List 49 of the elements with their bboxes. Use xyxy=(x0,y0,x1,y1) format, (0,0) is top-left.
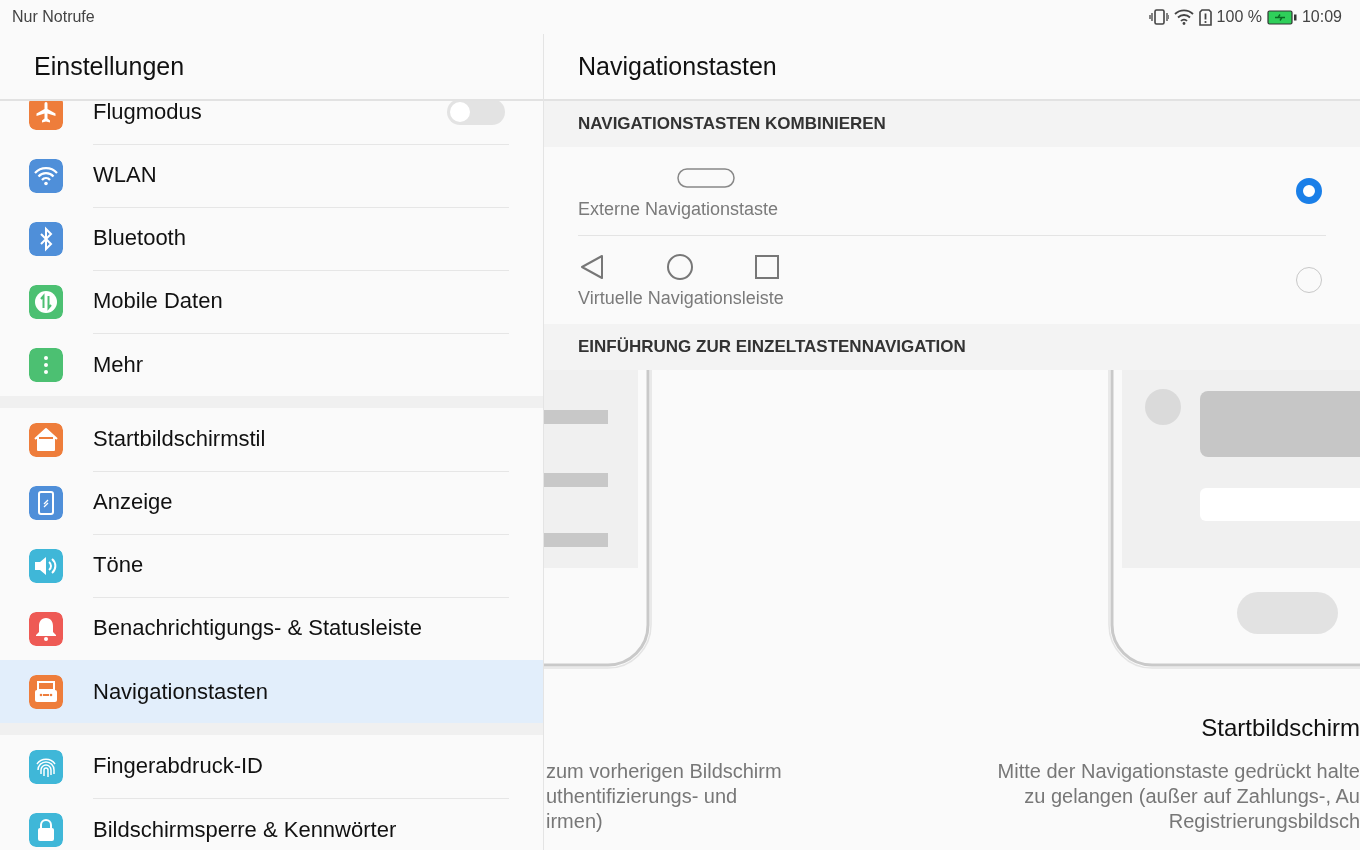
card-description-line: Mitte der Navigationstaste gedrückt halte xyxy=(997,759,1360,784)
card-description-line: zum vorherigen Bildschirm xyxy=(546,759,782,784)
item-label: Fingerabdruck-ID xyxy=(93,753,263,779)
item-label: Flugmodus xyxy=(93,101,202,125)
item-label: Startbildschirmstil xyxy=(93,426,266,452)
sidebar-item[interactable]: Startbildschirmstil xyxy=(0,408,543,471)
sidebar-item[interactable]: Navigationstasten xyxy=(0,660,543,723)
item-label: Mobile Daten xyxy=(93,288,223,314)
sidebar-item[interactable]: Bildschirmsperre & Kennwörter xyxy=(0,798,543,850)
item-label: Mehr xyxy=(93,351,144,378)
sidebar-item[interactable]: WLAN xyxy=(0,144,543,207)
carrier-text: Nur Notrufe xyxy=(12,8,95,26)
option-label: Externe Navigationstaste xyxy=(578,198,779,220)
sidebar-item[interactable]: Bluetooth xyxy=(0,207,543,270)
settings-title: Einstellungen xyxy=(34,52,185,81)
card-description-line: uthentifizierungs- und xyxy=(546,784,738,809)
sidebar-item[interactable]: Anzeige xyxy=(0,471,543,534)
sidebar-item[interactable]: Flugmodus xyxy=(0,101,543,144)
home-circle-icon xyxy=(666,252,694,281)
item-label: Navigationstasten xyxy=(93,678,268,705)
section-header: NAVIGATIONSTASTEN KOMBINIEREN xyxy=(544,101,1360,147)
item-label: WLAN xyxy=(93,162,157,188)
pill-key-icon xyxy=(677,166,735,189)
sidebar-item[interactable]: Mobile Daten xyxy=(0,270,543,333)
sidebar-item[interactable]: Mehr xyxy=(0,333,543,396)
card-title: Startbildschirm xyxy=(1201,714,1360,742)
sidebar-item[interactable]: Fingerabdruck-ID xyxy=(0,735,543,798)
section-header: EINFÜHRUNG ZUR EINZELTASTENNAVIGATION xyxy=(544,324,1360,370)
card-description-line: zu gelangen (außer auf Zahlungs-, Au xyxy=(1024,784,1360,809)
back-icon xyxy=(578,252,606,281)
toggle-switch[interactable] xyxy=(447,101,505,125)
item-label: Töne xyxy=(93,552,144,578)
item-label: Anzeige xyxy=(93,489,173,515)
radio-button[interactable] xyxy=(1296,178,1322,204)
item-label: Bluetooth xyxy=(93,225,186,251)
sidebar-item[interactable]: Töne xyxy=(0,534,543,597)
card-description-line: Registrierungsbildsch xyxy=(1168,809,1360,834)
battery-charging-icon xyxy=(1266,9,1297,25)
item-label: Benachrichtigungs- & Statusleiste xyxy=(93,615,422,641)
card-description-line: irmen) xyxy=(546,809,603,834)
wifi-icon xyxy=(1173,9,1194,25)
clock-time: 10:09 xyxy=(1301,8,1342,26)
vibrate-icon xyxy=(1148,8,1169,26)
battery-percentage: 100 % xyxy=(1216,8,1262,26)
option-label: Virtuelle Navigationsleiste xyxy=(578,287,784,309)
recents-square-icon xyxy=(754,253,780,280)
sim-card-alert-icon xyxy=(1198,8,1212,26)
item-label: Bildschirmsperre & Kennwörter xyxy=(93,816,397,843)
page-title: Navigationstasten xyxy=(578,52,777,81)
